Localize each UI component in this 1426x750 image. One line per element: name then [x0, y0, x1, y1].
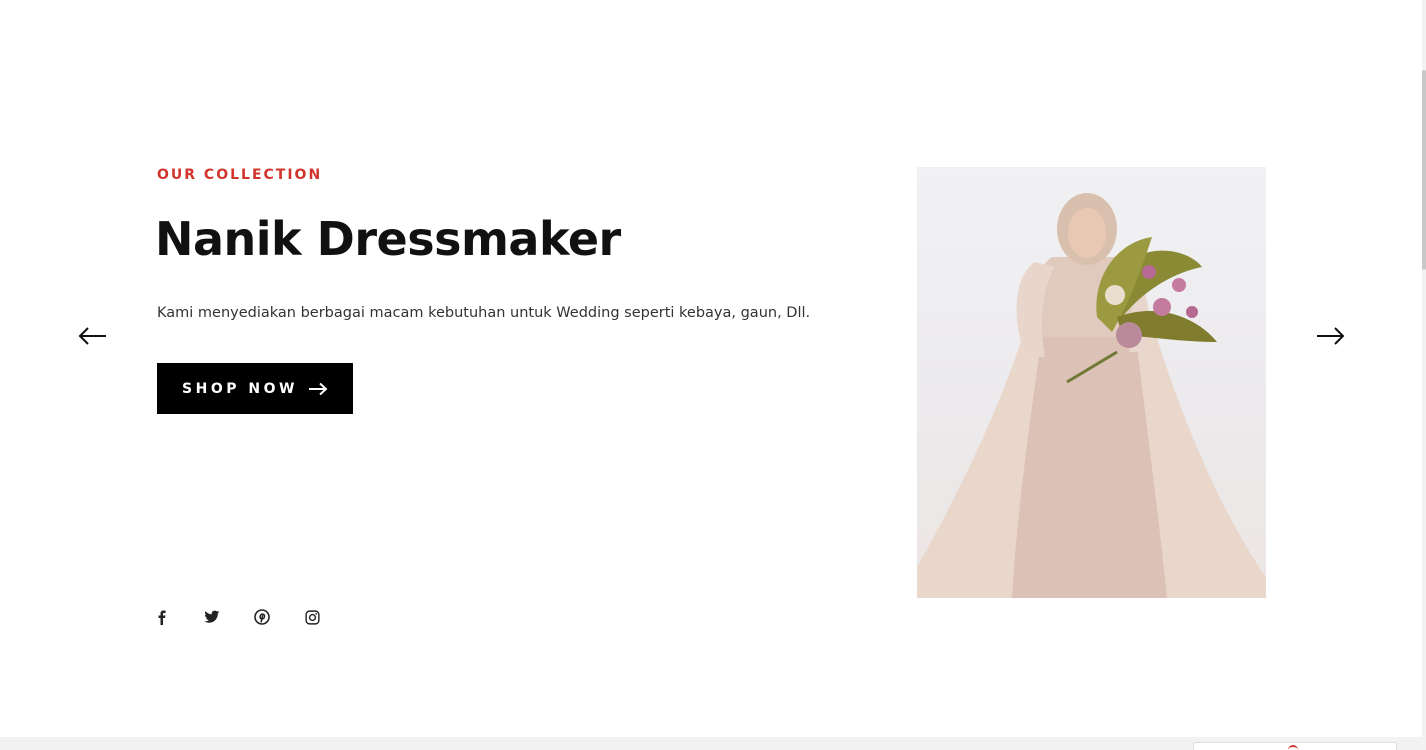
hero-section: OUR COLLECTION Nanik Dressmaker Kami men… [0, 0, 1426, 737]
hero-title: Nanik Dressmaker [155, 212, 621, 266]
facebook-link[interactable] [152, 607, 172, 627]
slider-next-button[interactable] [1315, 325, 1345, 347]
arrow-right-icon [308, 382, 328, 395]
facebook-icon [158, 610, 166, 625]
page-scrollbar[interactable] [1422, 0, 1426, 750]
recaptcha-icon [1288, 745, 1298, 750]
pinterest-icon [254, 609, 270, 625]
instagram-icon [304, 609, 320, 625]
pinterest-link[interactable] [252, 607, 272, 627]
twitter-icon [204, 610, 220, 623]
hero-description: Kami menyediakan berbagai macam kebutuha… [157, 305, 811, 321]
arrow-right-icon [1317, 327, 1345, 345]
hero-image [917, 167, 1266, 598]
bride-in-gown-with-bouquet [917, 193, 1266, 598]
twitter-link[interactable] [202, 607, 222, 627]
instagram-link[interactable] [302, 607, 322, 627]
arrow-left-icon [78, 327, 106, 345]
hero-eyebrow: OUR COLLECTION [157, 167, 323, 183]
shop-now-label: SHOP NOW [182, 380, 298, 397]
slider-prev-button[interactable] [78, 325, 108, 347]
shop-now-button[interactable]: SHOP NOW [157, 363, 353, 414]
social-links [152, 607, 322, 627]
recaptcha-badge[interactable] [1193, 742, 1397, 750]
scrollbar-thumb[interactable] [1422, 70, 1426, 270]
